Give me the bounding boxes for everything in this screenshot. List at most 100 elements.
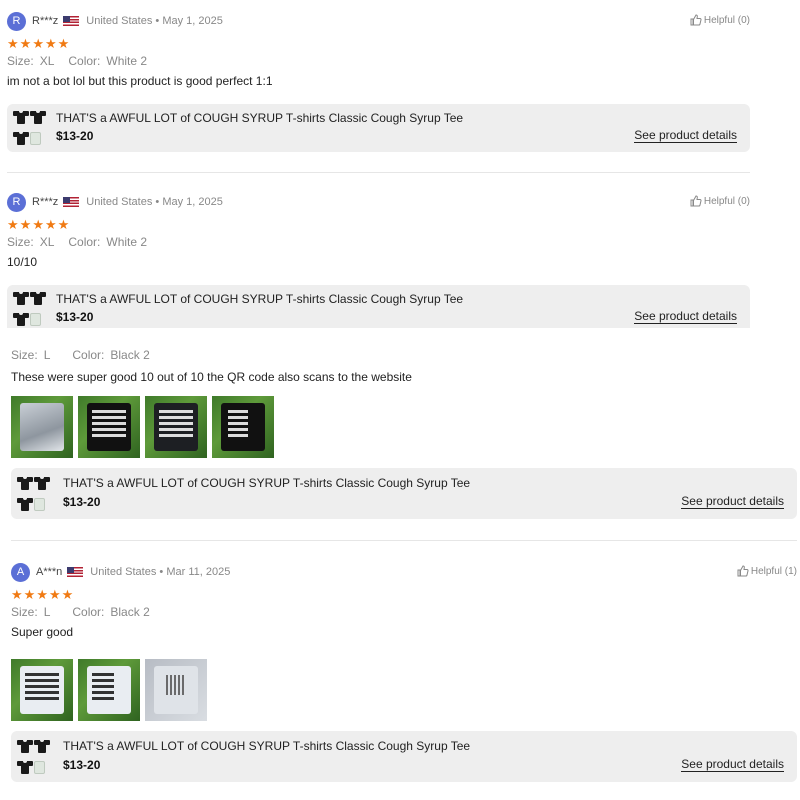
review-text: Super good <box>11 625 74 639</box>
product-title[interactable]: THAT'S a AWFUL LOT of COUGH SYRUP T-shir… <box>56 111 463 125</box>
review-variant: Size: L Color: Black 2 <box>11 348 797 362</box>
helpful-label: Helpful (1) <box>750 565 797 577</box>
review-photo[interactable] <box>11 659 73 721</box>
product-card[interactable]: THAT'S a AWFUL LOT of COUGH SYRUP T-shir… <box>7 104 750 152</box>
size-value: L <box>43 348 51 362</box>
review-photo[interactable] <box>145 659 207 721</box>
helpful-button[interactable]: Helpful (0) <box>690 195 750 207</box>
star-icon: ★ <box>57 217 70 232</box>
reviewer-name: R***z <box>32 15 59 27</box>
star-icon: ★ <box>11 587 23 602</box>
product-card[interactable]: THAT'S a AWFUL LOT of COUGH SYRUP T-shir… <box>7 285 750 328</box>
review-variant: Size: L Color: Black 2 <box>11 605 797 619</box>
review-location: United States <box>86 196 153 208</box>
tshirt-icon <box>13 313 29 326</box>
product-price: $13-20 <box>56 129 94 143</box>
size-label: Size: <box>7 235 34 249</box>
review-header: A A***n United States • Mar 11, 2025 Hel… <box>11 562 797 582</box>
review-photo[interactable] <box>145 396 207 458</box>
thumbs-up-icon <box>737 565 749 577</box>
meta-separator: • <box>152 196 163 208</box>
color-value: White 2 <box>106 235 148 249</box>
reviewer-name: R***z <box>32 196 59 208</box>
star-rating: ★ ★ ★ ★ ★ <box>7 37 750 50</box>
review-location: United States <box>90 566 157 578</box>
product-price: $13-20 <box>63 758 101 772</box>
star-icon: ★ <box>57 36 70 51</box>
tshirt-icon <box>17 477 33 490</box>
reviewer-name: A***n <box>36 566 63 578</box>
review-text: 10/10 <box>7 255 38 269</box>
review-variant: Size: XL Color: White 2 <box>7 54 750 68</box>
tshirt-icon <box>30 111 46 124</box>
tshirt-icon <box>13 292 29 305</box>
product-price: $13-20 <box>56 310 94 324</box>
star-rating: ★ ★ ★ ★ ★ <box>7 218 750 231</box>
cup-icon <box>30 132 41 145</box>
review-photo[interactable] <box>11 396 73 458</box>
color-label: Color: <box>68 235 101 249</box>
star-icon: ★ <box>48 587 61 602</box>
star-icon: ★ <box>36 587 48 602</box>
avatar: R <box>7 192 26 212</box>
helpful-label: Helpful (0) <box>703 195 750 207</box>
product-card[interactable]: THAT'S a AWFUL LOT of COUGH SYRUP T-shir… <box>11 731 797 782</box>
product-thumbnails <box>13 111 49 150</box>
size-label: Size: <box>7 54 34 68</box>
product-title[interactable]: THAT'S a AWFUL LOT of COUGH SYRUP T-shir… <box>63 739 470 753</box>
star-icon: ★ <box>61 587 74 602</box>
meta-separator: • <box>152 15 163 27</box>
star-icon: ★ <box>44 36 57 51</box>
review-header: R R***z United States • May 1, 2025 Help… <box>7 11 750 31</box>
tshirt-icon <box>17 761 33 774</box>
meta-separator: • <box>156 566 167 578</box>
review-card: R R***z United States • May 1, 2025 Help… <box>7 192 750 269</box>
tshirt-icon <box>17 498 33 511</box>
color-label: Color: <box>72 605 105 619</box>
star-icon: ★ <box>19 36 32 51</box>
cup-icon <box>34 761 45 774</box>
color-label: Color: <box>68 54 101 68</box>
avatar: A <box>11 562 30 582</box>
star-icon: ★ <box>32 36 44 51</box>
see-product-details-link[interactable]: See product details <box>681 758 784 772</box>
helpful-label: Helpful (0) <box>703 14 750 26</box>
color-value: Black 2 <box>110 605 150 619</box>
see-product-details-link[interactable]: See product details <box>634 310 737 324</box>
size-label: Size: <box>11 605 38 619</box>
size-label: Size: <box>11 348 38 362</box>
us-flag-icon <box>63 16 80 26</box>
review-divider <box>7 172 750 173</box>
review-photo[interactable] <box>78 396 140 458</box>
see-product-details-link[interactable]: See product details <box>681 495 784 509</box>
star-icon: ★ <box>7 217 19 232</box>
review-photo[interactable] <box>212 396 274 458</box>
review-card: R R***z United States • May 1, 2025 Help… <box>7 11 750 88</box>
size-value: XL <box>39 235 55 249</box>
star-icon: ★ <box>19 217 32 232</box>
product-title[interactable]: THAT'S a AWFUL LOT of COUGH SYRUP T-shir… <box>56 292 463 306</box>
cup-icon <box>30 313 41 326</box>
product-thumbnails <box>17 477 53 516</box>
review-card: A A***n United States • Mar 11, 2025 Hel… <box>11 562 797 639</box>
size-value: L <box>43 605 51 619</box>
review-photo[interactable] <box>78 659 140 721</box>
star-rating: ★ ★ ★ ★ ★ <box>11 588 797 601</box>
tshirt-icon <box>34 740 50 753</box>
helpful-button[interactable]: Helpful (0) <box>690 14 750 26</box>
review-divider <box>11 540 797 541</box>
size-value: XL <box>39 54 55 68</box>
helpful-button[interactable]: Helpful (1) <box>737 565 797 577</box>
review-date: May 1, 2025 <box>162 196 223 208</box>
product-card[interactable]: THAT'S a AWFUL LOT of COUGH SYRUP T-shir… <box>11 468 797 519</box>
review-variant: Size: XL Color: White 2 <box>7 235 750 249</box>
thumbs-up-icon <box>690 14 702 26</box>
product-title[interactable]: THAT'S a AWFUL LOT of COUGH SYRUP T-shir… <box>63 476 470 490</box>
tshirt-icon <box>17 740 33 753</box>
avatar: R <box>7 11 26 31</box>
review-location: United States <box>86 15 153 27</box>
see-product-details-link[interactable]: See product details <box>634 129 737 143</box>
review-header: R R***z United States • May 1, 2025 Help… <box>7 192 750 212</box>
review-date: Mar 11, 2025 <box>166 566 231 578</box>
review-card: Size: L Color: Black 2 These were super goo… <box>11 346 797 384</box>
